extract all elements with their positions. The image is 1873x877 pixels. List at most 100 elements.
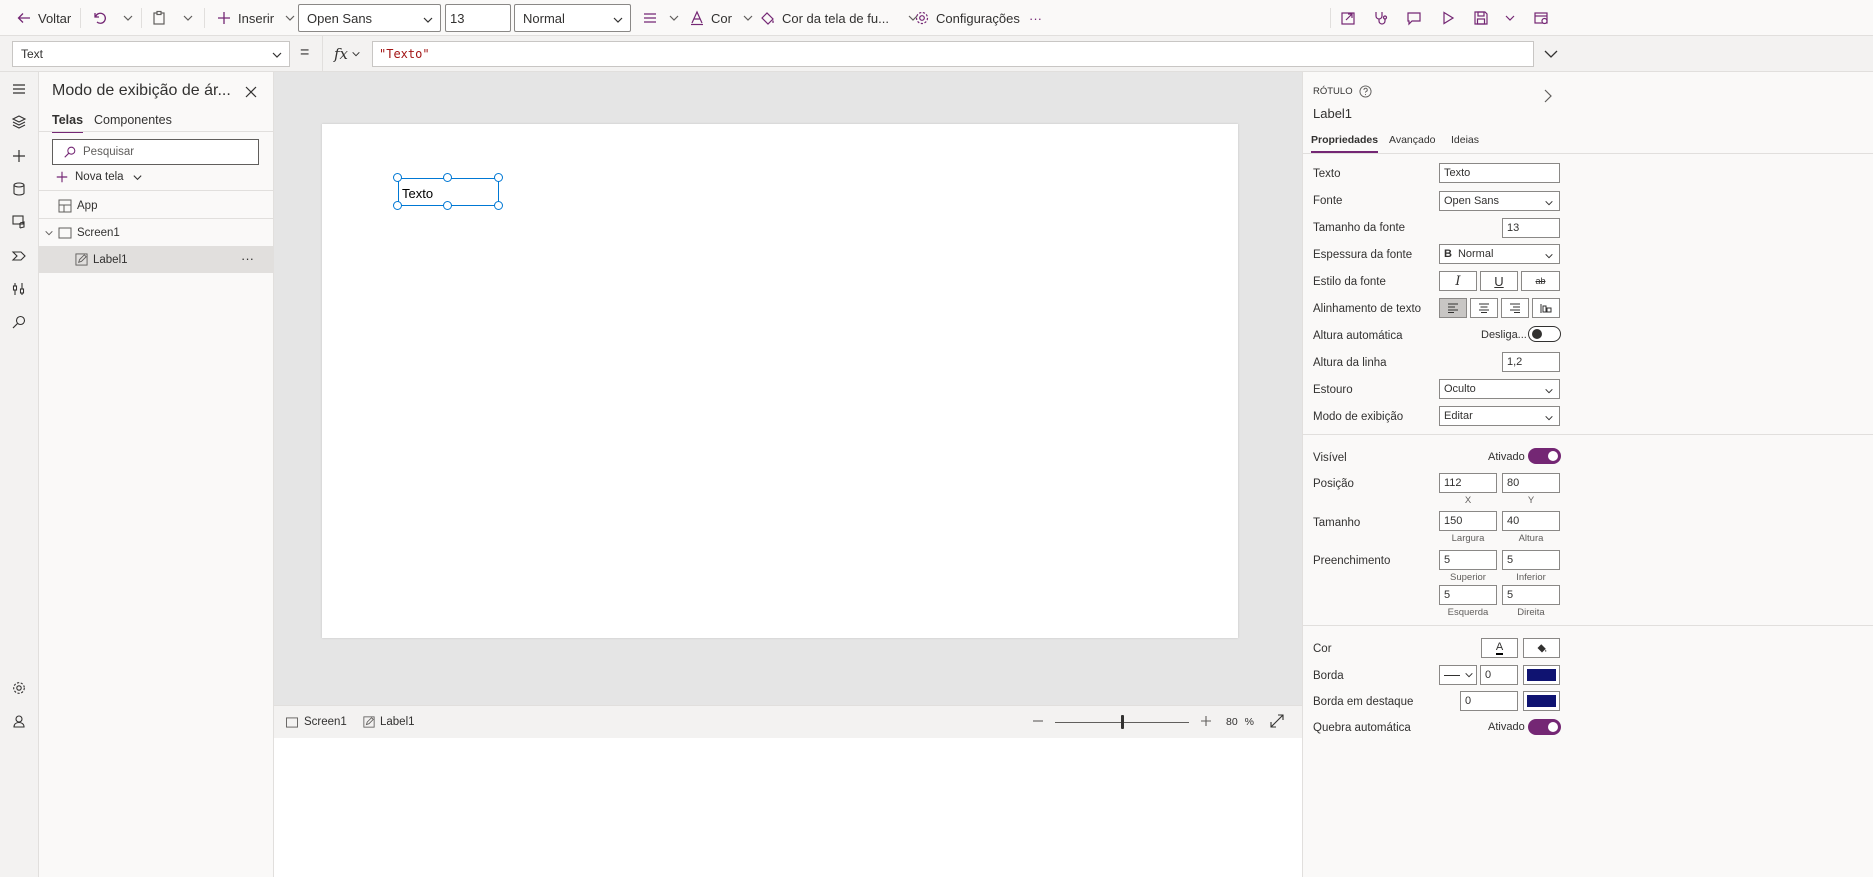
collapse-panel-button[interactable] bbox=[1542, 88, 1554, 104]
zoom-in-button[interactable] bbox=[1200, 715, 1212, 727]
resize-handle[interactable] bbox=[494, 201, 503, 210]
close-panel-button[interactable] bbox=[244, 85, 258, 99]
control-name[interactable]: Label1 bbox=[1313, 106, 1352, 121]
tab-ideias[interactable]: Ideias bbox=[1451, 134, 1479, 146]
fx-button[interactable]: fx bbox=[322, 36, 372, 72]
padding-right-caption: Direita bbox=[1517, 607, 1545, 618]
align-center-button[interactable] bbox=[1470, 298, 1498, 318]
fill-color-button[interactable] bbox=[1523, 638, 1560, 658]
app-checker-button[interactable] bbox=[1373, 0, 1389, 36]
expand-formula-button[interactable] bbox=[1543, 47, 1559, 61]
preview-button[interactable] bbox=[1440, 0, 1456, 36]
prop-label-position: Posição bbox=[1313, 478, 1354, 490]
tab-componentes[interactable]: Componentes bbox=[94, 113, 172, 127]
tab-telas[interactable]: Telas bbox=[52, 113, 84, 133]
virtual-agent-button[interactable] bbox=[9, 711, 29, 731]
resize-handle[interactable] bbox=[494, 173, 503, 182]
font-weight-select[interactable]: Normal bbox=[514, 4, 631, 32]
zoom-slider-thumb[interactable] bbox=[1121, 715, 1124, 729]
focus-border-input[interactable]: 0 bbox=[1460, 691, 1518, 711]
wrap-toggle[interactable] bbox=[1528, 719, 1561, 735]
focus-border-color-button[interactable] bbox=[1523, 691, 1560, 711]
menu-button[interactable] bbox=[9, 79, 29, 99]
formula-input[interactable]: "Texto" bbox=[372, 41, 1534, 67]
overflow-select[interactable]: Oculto bbox=[1439, 379, 1560, 399]
text-color-button[interactable]: A bbox=[1481, 638, 1518, 658]
tree-view-button[interactable] bbox=[9, 112, 29, 132]
font-size-input[interactable]: 13 bbox=[445, 4, 511, 32]
tree-item-screen1[interactable]: Screen1 bbox=[39, 219, 274, 246]
command-bar: Voltar Inserir Open Sans 13 Normal Cor C… bbox=[0, 0, 1873, 36]
app-screen[interactable]: Texto bbox=[322, 124, 1238, 638]
resize-handle[interactable] bbox=[443, 173, 452, 182]
property-select[interactable]: Text bbox=[12, 41, 290, 67]
settings-rail-button[interactable] bbox=[9, 678, 29, 698]
more-button[interactable]: ··· bbox=[1029, 0, 1042, 36]
more-label: ··· bbox=[1029, 10, 1042, 26]
insert-button[interactable]: Inserir bbox=[216, 0, 296, 36]
share-button[interactable] bbox=[1340, 0, 1356, 36]
fill-color-button[interactable]: Cor da tela de fu... bbox=[760, 0, 919, 36]
font-weight-select[interactable]: B Normal bbox=[1439, 244, 1560, 264]
font-size-input[interactable]: 13 bbox=[1502, 218, 1560, 238]
padding-right-input[interactable]: 5 bbox=[1502, 585, 1560, 605]
align-left-button[interactable] bbox=[1439, 298, 1467, 318]
settings-button[interactable]: Configurações bbox=[914, 0, 1020, 36]
size-width-input[interactable]: 150 bbox=[1439, 511, 1497, 531]
auto-height-toggle[interactable] bbox=[1528, 326, 1561, 342]
breadcrumb-screen1[interactable]: Screen1 bbox=[285, 716, 347, 728]
chevron-down-icon bbox=[613, 17, 623, 23]
align-button[interactable] bbox=[642, 0, 680, 36]
more-options-button[interactable]: ··· bbox=[241, 251, 254, 266]
save-dropdown[interactable] bbox=[1504, 0, 1516, 36]
paste-dropdown[interactable] bbox=[182, 0, 194, 36]
save-button[interactable] bbox=[1473, 0, 1489, 36]
visible-toggle[interactable] bbox=[1528, 448, 1561, 464]
align-right-button[interactable] bbox=[1501, 298, 1529, 318]
fit-to-window-button[interactable] bbox=[1270, 714, 1284, 728]
font-select[interactable]: Open Sans bbox=[1439, 191, 1560, 211]
color-button[interactable]: Cor bbox=[689, 0, 754, 36]
italic-button[interactable]: I bbox=[1439, 271, 1477, 291]
media-button[interactable] bbox=[9, 212, 29, 232]
tab-avancado[interactable]: Avançado bbox=[1389, 134, 1436, 146]
underline-button[interactable]: U bbox=[1480, 271, 1518, 291]
tab-propriedades[interactable]: Propriedades bbox=[1311, 134, 1379, 153]
breadcrumb-label1[interactable]: Label1 bbox=[363, 716, 415, 728]
separator bbox=[80, 8, 81, 28]
resize-handle[interactable] bbox=[393, 173, 402, 182]
undo-dropdown[interactable] bbox=[122, 0, 134, 36]
border-thickness-input[interactable]: 0 bbox=[1480, 665, 1518, 685]
zoom-out-button[interactable] bbox=[1032, 715, 1044, 727]
position-y-input[interactable]: 80 bbox=[1502, 473, 1560, 493]
resize-handle[interactable] bbox=[443, 201, 452, 210]
search-input[interactable]: Pesquisar bbox=[52, 139, 259, 165]
font-select[interactable]: Open Sans bbox=[298, 4, 441, 32]
new-screen-button[interactable]: Nova tela bbox=[55, 170, 143, 184]
back-button[interactable]: Voltar bbox=[16, 0, 71, 36]
tree-item-app[interactable]: App bbox=[39, 192, 274, 219]
padding-top-input[interactable]: 5 bbox=[1439, 550, 1497, 570]
position-x-input[interactable]: 112 bbox=[1439, 473, 1497, 493]
align-justify-button[interactable] bbox=[1532, 298, 1560, 318]
paste-button[interactable] bbox=[151, 0, 167, 36]
power-automate-button[interactable] bbox=[9, 246, 29, 266]
strikethrough-button[interactable]: ab bbox=[1521, 271, 1560, 291]
display-mode-select[interactable]: Editar bbox=[1439, 406, 1560, 426]
text-input[interactable]: Texto bbox=[1439, 163, 1560, 183]
advanced-tools-button[interactable] bbox=[9, 279, 29, 299]
undo-button[interactable] bbox=[91, 0, 107, 36]
publish-button[interactable] bbox=[1533, 0, 1549, 36]
tree-item-label1[interactable]: Label1 ··· bbox=[39, 246, 274, 273]
search-rail-button[interactable] bbox=[9, 312, 29, 332]
line-height-input[interactable]: 1,2 bbox=[1502, 352, 1560, 372]
comments-button[interactable] bbox=[1406, 0, 1422, 36]
resize-handle[interactable] bbox=[393, 201, 402, 210]
insert-rail-button[interactable] bbox=[9, 146, 29, 166]
border-style-select[interactable] bbox=[1439, 665, 1477, 685]
border-color-button[interactable] bbox=[1523, 665, 1560, 685]
size-height-input[interactable]: 40 bbox=[1502, 511, 1560, 531]
padding-left-input[interactable]: 5 bbox=[1439, 585, 1497, 605]
data-button[interactable] bbox=[9, 179, 29, 199]
padding-bottom-input[interactable]: 5 bbox=[1502, 550, 1560, 570]
